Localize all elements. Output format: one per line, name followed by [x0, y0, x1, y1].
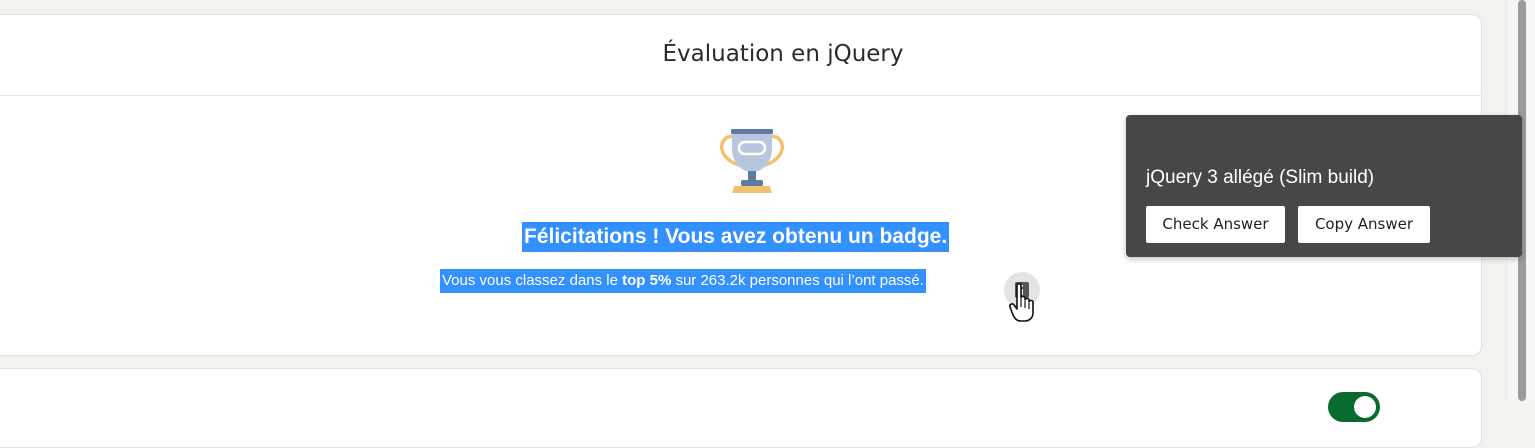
card-header: Évaluation en jQuery: [0, 15, 1481, 96]
page-title: Évaluation en jQuery: [662, 41, 904, 67]
ranking-highlight: top 5%: [622, 272, 672, 289]
answer-popup: jQuery 3 allégé (Slim build) Check Answe…: [1126, 115, 1522, 257]
trophy-icon: [720, 129, 784, 193]
ranking-prefix: Vous vous classez dans le: [442, 272, 623, 289]
congrats-heading: Félicitations ! Vous avez obtenu un badg…: [522, 222, 950, 252]
popup-answer-text: jQuery 3 allégé (Slim build): [1146, 167, 1375, 188]
next-section-card: [0, 368, 1482, 448]
toggle-switch[interactable]: [1328, 392, 1380, 422]
hand-pointer-icon: [1009, 283, 1034, 322]
ranking-suffix: sur 263.2k personnes qui l’ont passé.: [671, 272, 924, 289]
copy-answer-button[interactable]: Copy Answer: [1298, 206, 1430, 243]
check-answer-button[interactable]: Check Answer: [1146, 206, 1285, 243]
ranking-text: Vous vous classez dans le top 5% sur 263…: [440, 269, 926, 293]
